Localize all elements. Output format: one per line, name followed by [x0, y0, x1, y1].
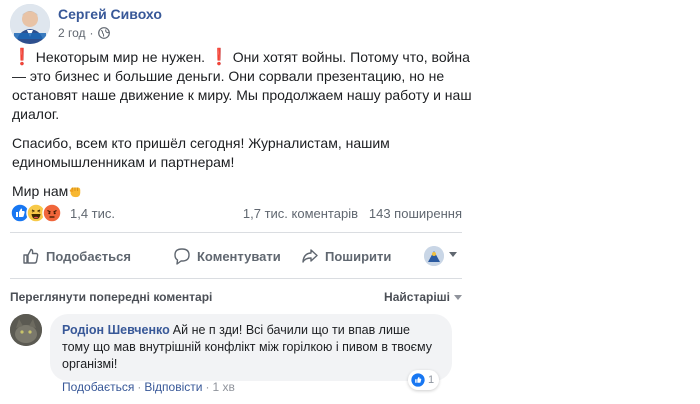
comment-like-count: 1: [428, 374, 435, 386]
comment-reactions-badge[interactable]: 1: [408, 370, 440, 390]
facebook-post: Сергей Сивохо 2 год · ❗ Некоторым мир не…: [0, 0, 700, 404]
comment-timestamp[interactable]: 1 хв: [212, 380, 234, 394]
post-meta: 2 год ·: [58, 26, 110, 40]
comment-button[interactable]: Коментувати: [173, 238, 281, 274]
globe-icon[interactable]: [97, 27, 110, 39]
post-paragraph-1: ❗ Некоторым мир не нужен. ❗ Они хотят во…: [12, 48, 482, 124]
like-reaction-icon: [411, 373, 425, 387]
comment-bubble: Родіон Шевченко Ай не п зди! Всі бачили щ…: [50, 314, 452, 381]
comment-button-label: Коментувати: [197, 248, 281, 264]
separator: ·: [137, 380, 142, 394]
comment-like-link[interactable]: Подобається: [62, 380, 134, 394]
share-button-label: Поширити: [325, 248, 392, 264]
divider: [10, 232, 462, 233]
comment-reply-link[interactable]: Відповісти: [144, 380, 202, 394]
post-paragraph-2: Спасибо, всем кто пришёл сегодня! Журнал…: [12, 135, 390, 170]
view-previous-comments-link[interactable]: Переглянути попередні коментарі: [10, 290, 212, 304]
chevron-down-icon[interactable]: [449, 252, 457, 257]
raised-fist-emoji-icon: [70, 187, 81, 198]
thumbs-up-icon: [23, 248, 39, 264]
comment-sort-dropdown[interactable]: Найстаріші: [384, 290, 462, 304]
post-text-segment: Некоторым мир не нужен.: [31, 49, 209, 65]
comment-bubble-icon: [174, 248, 190, 265]
comment-sort-label: Найстаріші: [384, 290, 450, 304]
separator: ·: [205, 380, 210, 394]
shares-count[interactable]: 143 поширення: [369, 206, 462, 221]
share-button[interactable]: Поширити: [301, 238, 391, 274]
post-body: ❗ Некоторым мир не нужен. ❗ Они хотят во…: [12, 48, 482, 211]
comments-count[interactable]: 1,7 тис. коментарів: [243, 206, 358, 221]
post-timestamp[interactable]: 2 год: [58, 26, 86, 40]
like-button[interactable]: Подобається: [22, 238, 131, 274]
exclamation-icon: ❗: [208, 49, 229, 66]
comments-header: Переглянути попередні коментарі Найстарі…: [10, 290, 462, 306]
commenter-name[interactable]: Родіон Шевченко: [62, 323, 170, 337]
share-arrow-icon: [302, 249, 318, 263]
chevron-down-icon: [454, 294, 462, 300]
share-as-avatar[interactable]: [424, 246, 444, 266]
user-avatar-icon: [424, 246, 444, 266]
reactions-count[interactable]: 1,4 тис.: [70, 206, 115, 221]
post-author-name[interactable]: Сергей Сивохо: [58, 6, 162, 22]
comment-actions: Подобається · Відповісти · 1 хв: [62, 380, 235, 394]
post-paragraph-3: Мир нам: [12, 182, 482, 201]
author-avatar[interactable]: [10, 4, 50, 44]
like-button-label: Подобається: [46, 248, 131, 264]
author-photo-icon: [10, 4, 50, 44]
commenter-avatar[interactable]: [10, 314, 42, 346]
reactions-bar: 1,4 тис. 1,7 тис. коментарів 143 поширен…: [10, 203, 462, 223]
exclamation-icon: ❗: [12, 49, 32, 66]
commenter-photo-icon: [10, 314, 42, 346]
reaction-icons[interactable]: [10, 203, 62, 223]
post-text-segment: Мир нам: [12, 183, 69, 199]
angry-reaction-icon: [42, 203, 62, 223]
action-bar: Подобається Коментувати Поширити: [10, 238, 462, 274]
meta-separator: ·: [89, 26, 94, 40]
divider: [10, 278, 462, 279]
